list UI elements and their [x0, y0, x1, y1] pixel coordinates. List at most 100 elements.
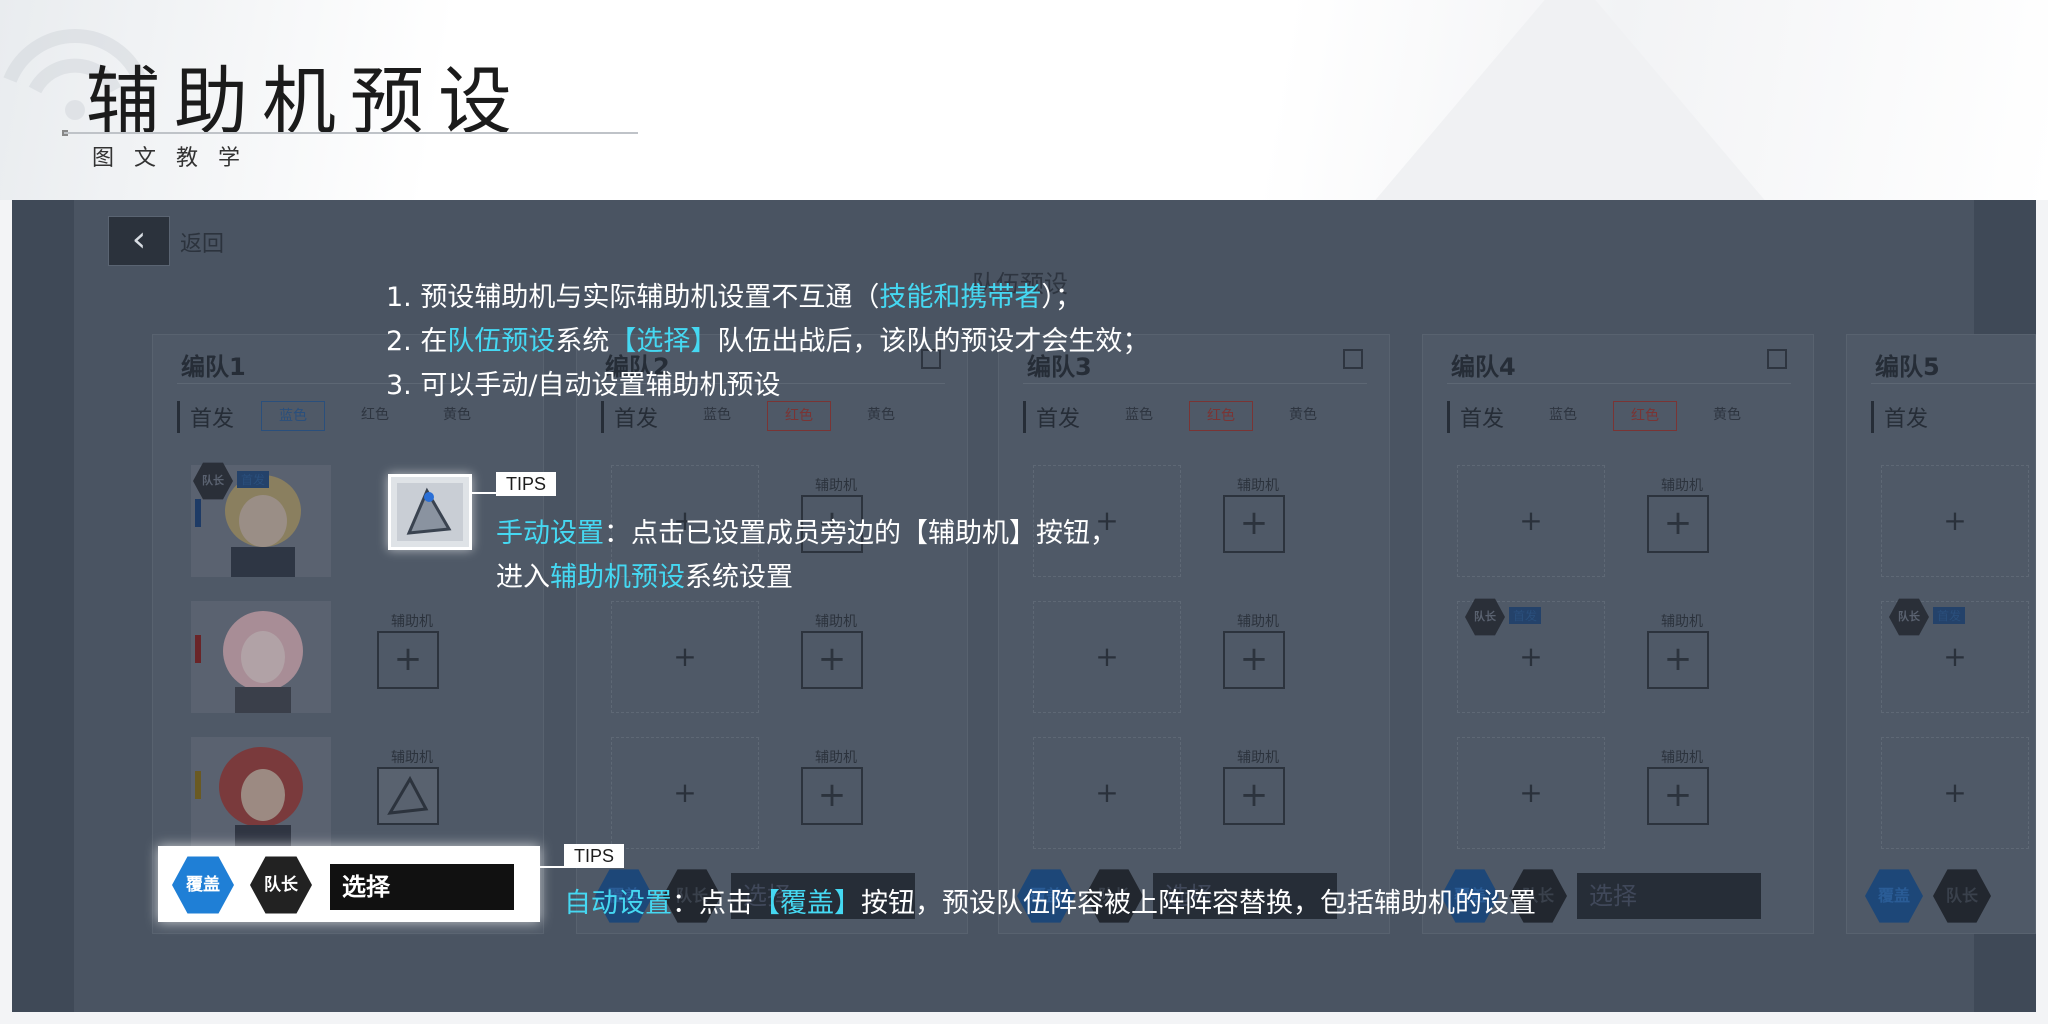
assist-label: 辅助机: [1237, 750, 1279, 766]
red-marker: [195, 635, 201, 663]
assist-label: 辅助机: [1661, 750, 1703, 766]
member-portrait-2[interactable]: [191, 601, 331, 713]
tips-manual-line-1: 手动设置：点击已设置成员旁边的【辅助机】按钮，: [496, 512, 1117, 556]
team-name: 编队1: [181, 353, 246, 381]
assist-unit-thumbnail: [388, 474, 472, 550]
first-badge: 首发: [1509, 607, 1542, 624]
assist-add-button[interactable]: +: [801, 767, 863, 825]
member-add-slot[interactable]: +: [1881, 465, 2029, 577]
tips-highlight: 自动设置: [564, 888, 672, 919]
assist-add-button[interactable]: +: [1223, 767, 1285, 825]
tips-highlight: 【覆盖】: [753, 888, 861, 919]
tips-text: 按钮，预设队伍阵容被上阵阵容替换，包括辅助机的设置: [861, 888, 1536, 919]
tag-yellow[interactable]: 黄色: [1695, 401, 1759, 431]
cover-button[interactable]: 覆盖: [172, 856, 234, 914]
team-card-3: 编队3 首发 蓝色 红色 黄色 + 辅助机 + + 辅助机 + + 辅助机 + …: [998, 334, 1390, 934]
edit-icon[interactable]: [1343, 349, 1363, 369]
member-add-slot[interactable]: +: [1457, 465, 1605, 577]
tutorial-rule-2: 2. 在队伍预设系统【选择】队伍出战后，该队的预设才会生效；: [386, 320, 1149, 364]
rule-highlight: 技能和携带者: [879, 282, 1042, 313]
assist-add-button[interactable]: +: [1223, 495, 1285, 553]
rule-text: 2. 在: [386, 326, 448, 357]
rule-text: ）；: [1041, 282, 1082, 313]
page-subtitle: 图文教学: [92, 146, 261, 171]
team-separator: [1023, 383, 1367, 384]
tag-blue[interactable]: 蓝色: [261, 401, 325, 431]
team-footer: 覆盖 队长: [1865, 869, 2036, 923]
assist-add-button[interactable]: +: [1223, 631, 1285, 689]
member-portrait-3[interactable]: [191, 737, 331, 849]
tag-yellow[interactable]: 黄色: [849, 401, 913, 431]
tag-yellow[interactable]: 黄色: [1271, 401, 1335, 431]
edit-icon[interactable]: [1767, 349, 1787, 369]
assist-label: 辅助机: [1661, 478, 1703, 494]
tag-blue[interactable]: 蓝色: [1107, 401, 1171, 431]
first-label: 首发: [1447, 401, 1504, 433]
tips-auto-line: 自动设置：点击【覆盖】按钮，预设队伍阵容被上阵阵容替换，包括辅助机的设置: [564, 882, 1536, 926]
assist-add-button[interactable]: +: [1647, 495, 1709, 553]
assist-label: 辅助机: [815, 614, 857, 630]
member-add-slot[interactable]: +: [1457, 737, 1605, 849]
tips-text: ：点击已设置成员旁边的【辅助机】按钮，: [604, 518, 1117, 549]
assist-add-button[interactable]: +: [1647, 631, 1709, 689]
leader-button[interactable]: 队长: [1933, 869, 1991, 923]
lineup-tabs: 首发: [1871, 399, 2036, 435]
assist-label: 辅助机: [1237, 614, 1279, 630]
tips-label: TIPS: [564, 844, 625, 868]
team-separator: [1871, 383, 2036, 384]
member-add-slot[interactable]: +: [611, 601, 759, 713]
select-button[interactable]: 选择: [1577, 873, 1761, 919]
team-name: 编队4: [1451, 353, 1516, 381]
rule-text: 队伍出战后，该队的预设才会生效；: [717, 326, 1150, 357]
assist-add-button[interactable]: +: [377, 631, 439, 689]
assist-label: 辅助机: [391, 614, 433, 630]
tips-highlight: 辅助机预设: [550, 562, 685, 593]
member-add-slot[interactable]: +: [1881, 737, 2029, 849]
tag-red[interactable]: 红色: [1189, 401, 1253, 431]
leader-button[interactable]: 队长: [250, 856, 312, 914]
assist-add-button[interactable]: +: [801, 631, 863, 689]
team-name: 编队5: [1875, 353, 1940, 381]
assist-add-button[interactable]: +: [1647, 767, 1709, 825]
character-portrait-icon: [191, 737, 331, 849]
team-card-1: 编队1 首发 蓝色 红色 黄色 队长 首发 辅助机 + 辅助机: [152, 334, 544, 934]
assist-label: 辅助机: [1661, 614, 1703, 630]
tips-connector: [472, 492, 498, 494]
header-decoration: [1350, 0, 1790, 200]
tips-text: 系统设置: [685, 562, 793, 593]
back-label[interactable]: 返回: [180, 226, 224, 258]
select-button[interactable]: 选择: [330, 864, 514, 910]
blue-marker: [195, 499, 201, 527]
character-portrait-icon: [191, 601, 331, 713]
assist-unit-icon: [387, 775, 429, 815]
highlighted-button-strip: 覆盖 队长 选择: [158, 846, 540, 922]
yellow-marker: [195, 771, 201, 799]
assist-label: 辅助机: [815, 478, 857, 494]
lineup-tabs: 首发 蓝色 红色 黄色: [1023, 399, 1367, 435]
member-add-slot[interactable]: +: [611, 737, 759, 849]
cover-button[interactable]: 覆盖: [1865, 869, 1923, 923]
team-card-5: 编队5 首发 + + 队长 首发 + 覆盖 队长: [1846, 334, 2036, 934]
rule-highlight: 队伍预设: [447, 326, 556, 357]
lineup-tabs: 首发 蓝色 红色 黄色: [1447, 399, 1791, 435]
first-label: 首发: [1871, 401, 1928, 433]
first-badge: 首发: [237, 471, 270, 488]
tips-manual-line-2: 进入辅助机预设系统设置: [496, 556, 793, 600]
tag-blue[interactable]: 蓝色: [1531, 401, 1595, 431]
assist-unit-slot[interactable]: [377, 767, 439, 825]
first-label: 首发: [177, 401, 234, 433]
back-button[interactable]: ‹: [108, 216, 170, 266]
tag-red[interactable]: 红色: [1613, 401, 1677, 431]
rule-text: 1. 预设辅助机与实际辅助机设置不互通（: [386, 282, 880, 313]
tips-connector: [540, 866, 566, 868]
tips-highlight: 手动设置: [496, 518, 604, 549]
member-add-slot[interactable]: +: [1033, 737, 1181, 849]
assist-label: 辅助机: [815, 750, 857, 766]
team-card-4: 编队4 首发 蓝色 红色 黄色 + 辅助机 + + 队长 首发 辅助机 + + …: [1422, 334, 1814, 934]
tips-text: ：点击: [672, 888, 753, 919]
rule-text: 系统: [555, 326, 610, 357]
team-separator: [1447, 383, 1791, 384]
chevron-left-icon: ‹: [131, 219, 147, 260]
member-add-slot[interactable]: +: [1033, 601, 1181, 713]
first-badge: 首发: [1933, 607, 1966, 624]
